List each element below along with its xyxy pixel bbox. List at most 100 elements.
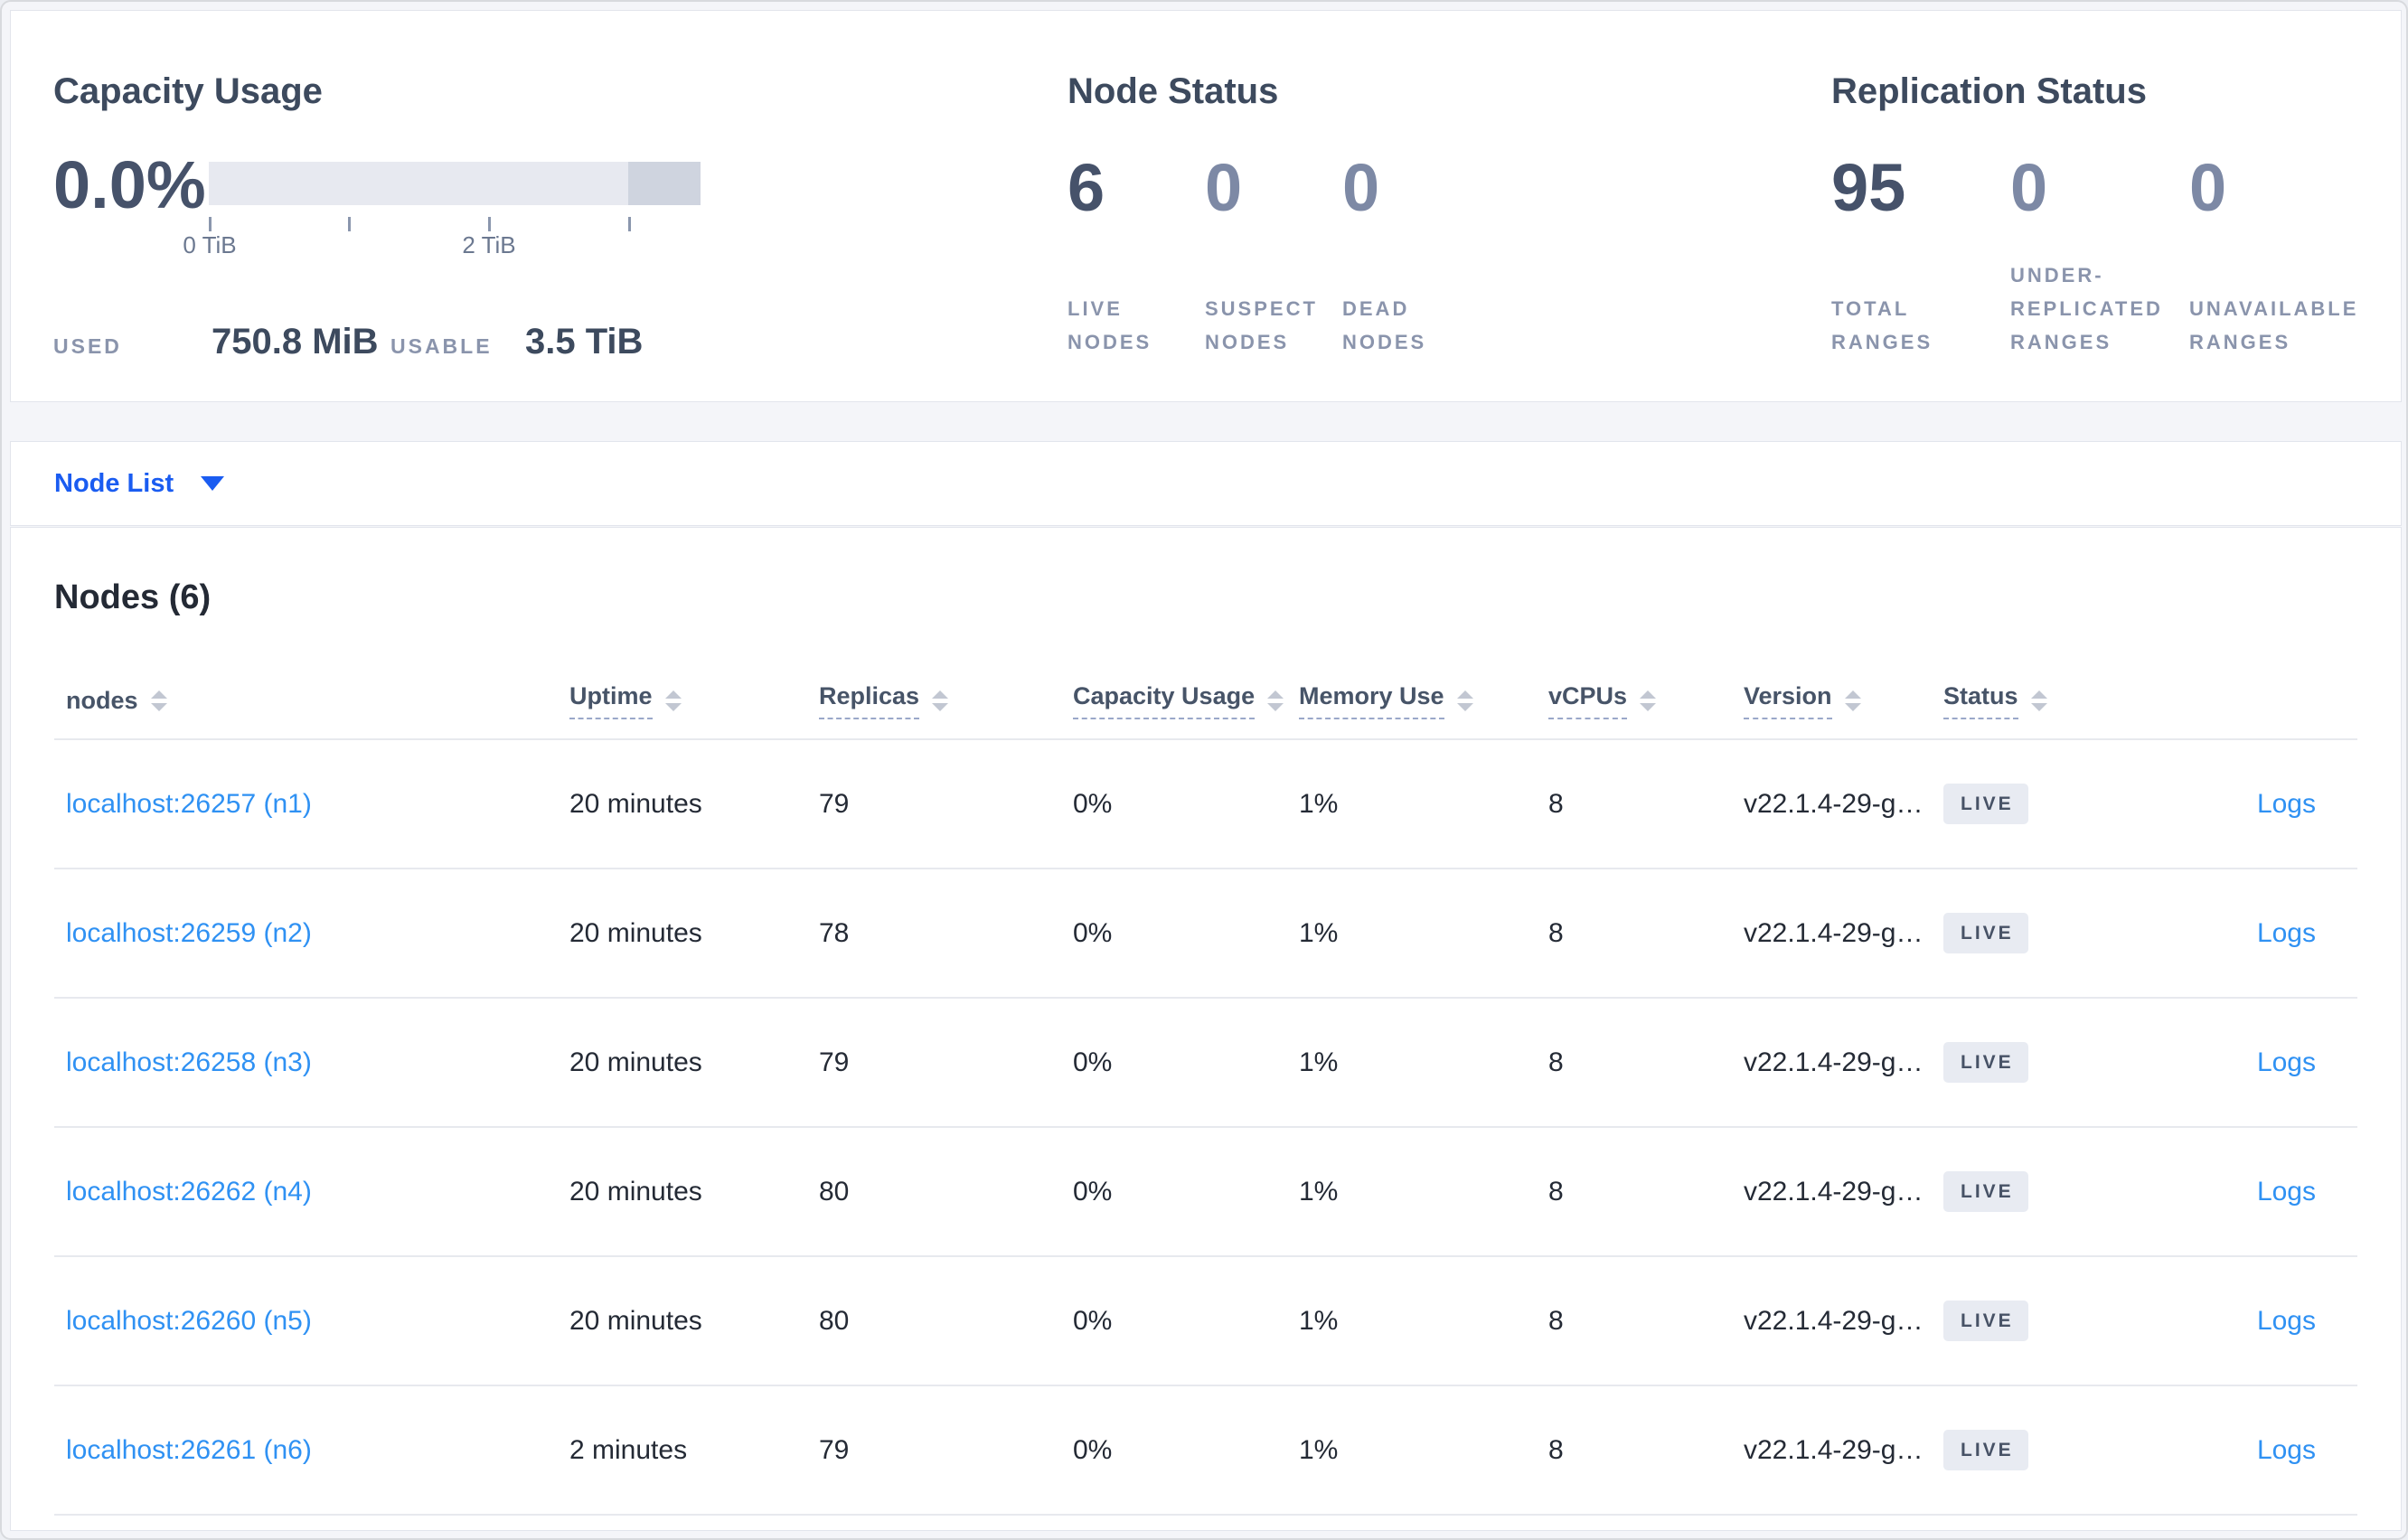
column-header-label: Capacity Usage	[1073, 682, 1256, 719]
sort-down-triangle	[1267, 703, 1284, 711]
column-header-status[interactable]: Status	[1943, 682, 2115, 719]
replication-status-title: Replication Status	[1831, 71, 2147, 111]
uptime-cell: 20 minutes	[569, 1305, 702, 1336]
column-header-capacity-usage[interactable]: Capacity Usage	[1073, 682, 1299, 719]
vcpus-cell: 8	[1548, 1305, 1564, 1336]
node-address-link[interactable]: localhost:26261 (n6)	[66, 1435, 312, 1465]
replication-stat-label: TOTAL RANGES	[1831, 297, 1933, 353]
sort-down-triangle	[1844, 703, 1861, 711]
version-cell: v22.1.4-29-g…	[1744, 788, 1924, 819]
version-cell: v22.1.4-29-g…	[1744, 1176, 1924, 1207]
nodes-table-header: nodes Uptime Replicas Capacity Usage Memory …	[54, 663, 2357, 740]
live-status-badge: LIVE	[1943, 1430, 2028, 1470]
sort-arrows-icon	[1456, 690, 1473, 711]
column-header-vcpus[interactable]: vCPUs	[1548, 682, 1744, 719]
logs-link[interactable]: Logs	[2257, 1435, 2316, 1465]
logs-link[interactable]: Logs	[2257, 1047, 2316, 1077]
capacity-usage-cell: 0%	[1073, 788, 1113, 819]
node-address-link[interactable]: localhost:26260 (n5)	[66, 1306, 312, 1336]
memory-use-cell: 1%	[1299, 1047, 1339, 1077]
vcpus-cell: 8	[1548, 788, 1564, 819]
logs-link[interactable]: Logs	[2257, 1306, 2316, 1336]
node-address-link[interactable]: localhost:26262 (n4)	[66, 1177, 312, 1207]
capacity-usage-title: Capacity Usage	[53, 71, 323, 111]
status-cell: LIVE	[1943, 1430, 2115, 1470]
sort-arrows-icon	[1267, 690, 1284, 711]
logs-link[interactable]: Logs	[2257, 918, 2316, 948]
logs-cell: Logs	[2115, 1306, 2357, 1337]
sort-arrows-icon	[1640, 690, 1657, 711]
replication-stat-label: UNAVAILABLE RANGES	[2189, 297, 2359, 353]
cluster-summary-card: Capacity Usage 0.0% 0 TiB 2 TiB USED 750…	[10, 10, 2402, 402]
column-header-replicas[interactable]: Replicas	[819, 682, 1073, 719]
replicas-cell: 79	[819, 788, 850, 819]
version-cell: v22.1.4-29-g…	[1744, 1047, 1924, 1077]
replication-stat: 0 UNAVAILABLE RANGES	[2189, 152, 2368, 359]
column-header-label: Uptime	[569, 682, 653, 719]
live-status-badge: LIVE	[1943, 1171, 2028, 1212]
sort-up-triangle	[932, 690, 949, 699]
node-list-dropdown[interactable]: Node List	[10, 441, 2402, 526]
table-row: localhost:26257 (n1) 20 minutes 79 0% 1% 8 v22…	[54, 740, 2357, 869]
live-status-badge: LIVE	[1943, 784, 2028, 824]
sort-up-triangle	[1456, 690, 1473, 699]
node-address-link[interactable]: localhost:26257 (n1)	[66, 789, 312, 819]
node-status-stat-value: 0	[1205, 150, 1243, 225]
sort-arrows-icon	[2030, 690, 2047, 711]
uptime-cell: 2 minutes	[569, 1434, 688, 1465]
node-address-link[interactable]: localhost:26258 (n3)	[66, 1047, 312, 1077]
node-address-cell: localhost:26257 (n1)	[54, 789, 569, 820]
memory-use-cell: 1%	[1299, 1176, 1339, 1207]
status-cell: LIVE	[1943, 1301, 2115, 1341]
gauge-tick	[209, 217, 212, 231]
node-address-cell: localhost:26260 (n5)	[54, 1306, 569, 1337]
column-header-memory-use[interactable]: Memory Use	[1299, 682, 1548, 719]
nodes-table-panel: Nodes (6) nodes Uptime Replicas Capacity Us…	[10, 527, 2402, 1531]
table-row: localhost:26262 (n4) 20 minutes 80 0% 1% 8 v22…	[54, 1128, 2357, 1257]
sort-up-triangle	[150, 690, 167, 699]
sort-arrows-icon	[150, 690, 167, 711]
gauge-tick	[628, 217, 631, 231]
replication-stat-label: UNDER-REPLICATED RANGES	[2010, 264, 2163, 353]
capacity-usage-cell: 0%	[1073, 1176, 1113, 1207]
table-row: localhost:26260 (n5) 20 minutes 80 0% 1% 8 v22…	[54, 1257, 2357, 1386]
logs-link[interactable]: Logs	[2257, 789, 2316, 819]
replicas-cell: 80	[819, 1176, 850, 1207]
table-row: localhost:26259 (n2) 20 minutes 78 0% 1% 8 v22…	[54, 869, 2357, 999]
capacity-usage-cell: 0%	[1073, 917, 1113, 948]
column-header-uptime[interactable]: Uptime	[569, 682, 819, 719]
live-status-badge: LIVE	[1943, 913, 2028, 953]
column-header-nodes[interactable]: nodes	[54, 687, 569, 715]
status-cell: LIVE	[1943, 913, 2115, 953]
capacity-usage-gauge	[209, 162, 701, 205]
node-address-link[interactable]: localhost:26259 (n2)	[66, 918, 312, 948]
column-header-version[interactable]: Version	[1744, 682, 1943, 719]
live-status-badge: LIVE	[1943, 1042, 2028, 1083]
capacity-gauge-reserved-segment	[628, 162, 701, 205]
logs-link[interactable]: Logs	[2257, 1177, 2316, 1207]
node-status-stats: 6 LIVE NODES 0 SUSPECT NODES 0 DEAD NODES	[1068, 152, 1480, 359]
nodes-heading: Nodes (6)	[54, 578, 212, 616]
gauge-tick-label: 0 TiB	[183, 231, 237, 258]
sort-up-triangle	[2030, 690, 2047, 699]
version-cell: v22.1.4-29-g…	[1744, 1434, 1924, 1465]
sort-arrows-icon	[664, 690, 682, 711]
capacity-usage-cell: 0%	[1073, 1047, 1113, 1077]
capacity-usage-cell: 0%	[1073, 1434, 1113, 1465]
sort-down-triangle	[150, 703, 167, 711]
sort-up-triangle	[1267, 690, 1284, 699]
vcpus-cell: 8	[1548, 1176, 1564, 1207]
node-status-stat-value: 0	[1342, 150, 1380, 225]
node-status-stat-value: 6	[1068, 150, 1105, 225]
sort-down-triangle	[1456, 703, 1473, 711]
replication-stat: 95 TOTAL RANGES	[1831, 152, 2010, 359]
status-cell: LIVE	[1943, 784, 2115, 824]
capacity-usage-cell: 0%	[1073, 1305, 1113, 1336]
chevron-down-icon	[201, 476, 225, 491]
uptime-cell: 20 minutes	[569, 788, 702, 819]
logs-cell: Logs	[2115, 1177, 2357, 1207]
used-value: 750.8 MiB	[212, 322, 379, 362]
status-cell: LIVE	[1943, 1042, 2115, 1083]
usable-label: USABLE	[390, 334, 493, 358]
table-row: localhost:26258 (n3) 20 minutes 79 0% 1% 8 v22…	[54, 999, 2357, 1128]
